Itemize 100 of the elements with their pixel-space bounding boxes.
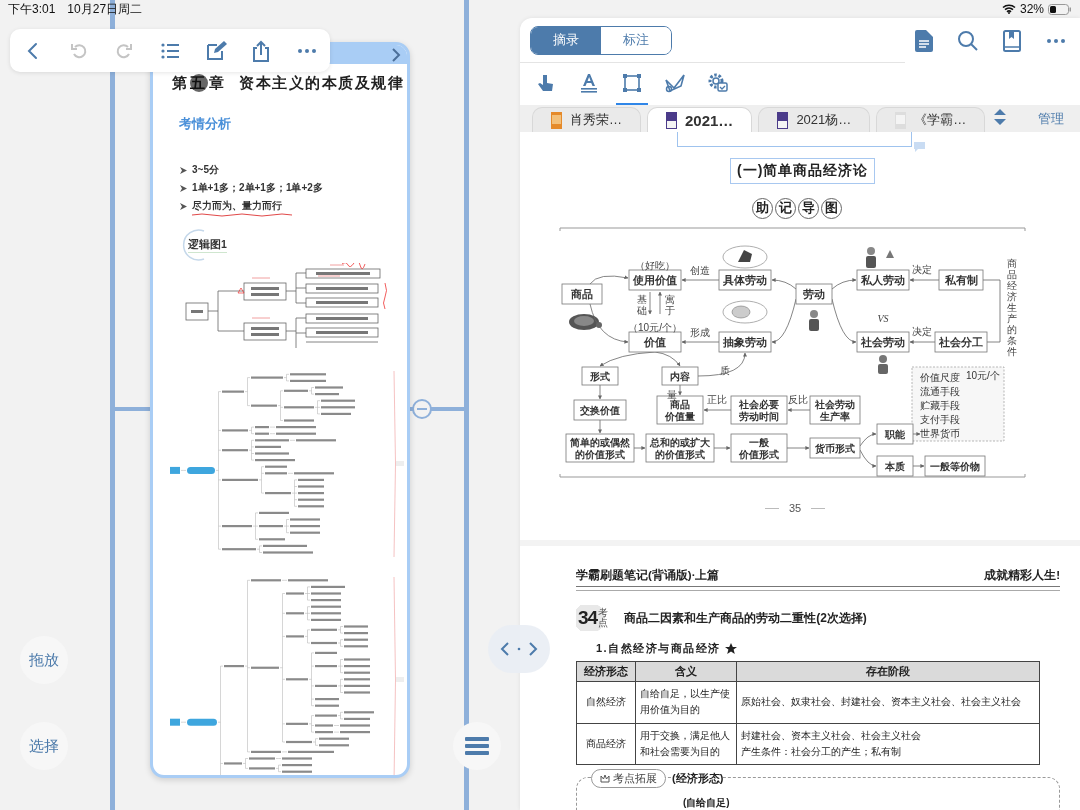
diagram-node: 一般 价值形式 xyxy=(730,433,788,463)
document-tab[interactable]: 《学霸… xyxy=(876,107,986,132)
diagram-caption: 逻辑图1 xyxy=(188,237,227,253)
status-date: 10月27日周二 xyxy=(67,0,143,18)
status-time: 下午3:01 xyxy=(8,0,56,18)
bullet-text: 1单+1多；2单+1多；1单+2多 xyxy=(192,181,323,195)
diagram-label: 形成 xyxy=(690,327,710,338)
diagram-label: 决定 xyxy=(912,326,932,337)
diagram-label: 质 xyxy=(720,365,730,376)
chevrons-icon xyxy=(500,642,538,656)
diagram-node: 形式 xyxy=(581,366,619,386)
diagram-node: 简单的或偶然 的价值形式 xyxy=(565,433,635,463)
function-label: 价值尺度 xyxy=(920,372,960,383)
document-tab[interactable]: 2021… xyxy=(647,107,753,132)
diagram-label: 量 xyxy=(667,389,677,400)
bullet-text: 3~5分 xyxy=(192,163,219,177)
diagram-node: 社会分工 xyxy=(934,331,988,353)
diagram-label: 创造 xyxy=(690,265,710,276)
diagram-label: VS xyxy=(877,313,889,324)
diagram-label: 基础 xyxy=(637,294,647,316)
point-title: 商品二因素和生产商品的劳动二重性(2次选择) xyxy=(624,609,867,627)
wifi-icon xyxy=(1001,4,1016,14)
person-figure xyxy=(866,247,894,268)
person-figure xyxy=(878,355,888,374)
diagram-node: 本质 xyxy=(876,455,914,477)
diagram-node: 具体劳动 xyxy=(718,269,772,291)
page-number: 35 xyxy=(788,502,802,514)
bullet-arrow-icon xyxy=(180,184,187,192)
diagram-node: 职能 xyxy=(876,423,914,445)
column-header: 含义 xyxy=(635,661,737,682)
extension-tag: 考点拓展 xyxy=(591,769,666,789)
diagram-node: 社会劳动 xyxy=(856,331,910,353)
function-label: 流通手段 xyxy=(920,386,960,397)
diagram-node: 货币形式 xyxy=(809,437,861,459)
diagram-node: 内容 xyxy=(661,366,699,386)
next-chevron-icon[interactable] xyxy=(391,47,401,62)
point-number: 34 xyxy=(578,607,598,629)
diagram-node: 社会劳动 生产率 xyxy=(809,395,861,425)
cloud-drawing xyxy=(722,245,768,269)
diagram-node: 交换价值 xyxy=(573,399,627,421)
diagram-label: （10元/个） xyxy=(628,322,682,333)
table-cell: 自给自足，以生产使用价值为目的 xyxy=(635,681,737,724)
bookmark-book-icon[interactable] xyxy=(1000,29,1024,53)
bracket-line xyxy=(982,279,1001,343)
table-cell: 封建社会、资本主义社会、社会主义社会 产生条件：社会分工的产生；私有制 xyxy=(736,723,1040,765)
extension-title: (经济形态) xyxy=(672,771,724,787)
diagram-node: 私人劳动 xyxy=(856,269,910,291)
diagram-label: 反比 xyxy=(788,394,808,405)
diagram-label: 商品经济生产的条件 xyxy=(1007,258,1017,357)
battery-icon xyxy=(1048,3,1072,15)
search-icon[interactable] xyxy=(956,29,980,53)
column-header: 经济形态 xyxy=(576,661,636,682)
bullet-text: 尽力而为、量力而行 xyxy=(192,199,282,213)
table-cell: 用于交换，满足他人和社会需要为目的 xyxy=(635,723,737,765)
collapse-handle[interactable] xyxy=(412,399,432,419)
chapter-heading: 第 五 章 资本主义的本质及规律 xyxy=(172,74,404,93)
bullet-arrow-icon xyxy=(180,166,187,174)
diagram-label: 寓于 xyxy=(665,294,675,316)
diagram-label: 正比 xyxy=(707,394,727,405)
drag-button[interactable]: 拖放 xyxy=(20,636,68,684)
crown-icon xyxy=(600,774,610,784)
section-heading: 考情分析 xyxy=(179,115,231,133)
diagram-node: 私有制 xyxy=(938,269,984,291)
star-icon xyxy=(724,642,737,655)
document-icon[interactable] xyxy=(912,29,936,53)
document-tab[interactable]: 肖秀荣… xyxy=(532,107,641,132)
function-label: 支付手段 xyxy=(920,414,960,425)
function-label: 世界货币 xyxy=(920,428,960,439)
diagram-node: 商品 xyxy=(561,283,603,305)
table-cell: 商品经济 xyxy=(576,723,636,765)
battery-percent: 32% xyxy=(1019,2,1044,16)
diagram-label: （好吃） xyxy=(635,260,675,271)
list-icon xyxy=(465,736,489,756)
diagram-node: 总和的或扩大 的价值形式 xyxy=(645,433,715,463)
list-button[interactable] xyxy=(453,722,501,770)
diagram-node: 价值 xyxy=(628,331,682,353)
diagram-node: 劳动 xyxy=(795,283,833,305)
mode-tab[interactable]: 摘录 xyxy=(531,26,601,54)
diagram-label: 决定 xyxy=(912,264,932,275)
column-header: 存在阶段 xyxy=(736,661,1040,682)
page-header-slogan: 成就精彩人生! xyxy=(984,568,1060,583)
bullet-arrow-icon xyxy=(180,202,187,210)
diagram-node: 使用价值 xyxy=(628,269,682,291)
diagram-node: 抽象劳动 xyxy=(718,331,772,353)
turtle-drawing xyxy=(569,314,602,330)
manage-button[interactable]: 管理 xyxy=(1038,109,1064,128)
cloud-drawing xyxy=(722,300,768,324)
document-tab[interactable]: 2021杨… xyxy=(758,107,871,132)
diagram-node: 一般等价物 xyxy=(924,455,986,477)
select-button[interactable]: 选择 xyxy=(20,722,68,770)
point-tag: 考点 xyxy=(598,608,609,628)
function-label: 贮藏手段 xyxy=(920,400,960,411)
sort-icon[interactable] xyxy=(994,109,1006,128)
section-title: (一)简单商品经济论 xyxy=(730,158,876,184)
table-cell: 原始社会、奴隶社会、封建社会、资本主义社会、社会主义社会 xyxy=(736,681,1040,724)
table-cell: 自然经济 xyxy=(576,681,636,724)
diagram-node: 社会必要 劳动时间 xyxy=(730,395,788,425)
page-switch-button[interactable] xyxy=(488,625,550,673)
subsection-title: 1.自然经济与商品经济 xyxy=(596,641,721,656)
price-tag: 10元/个 xyxy=(966,370,1000,381)
